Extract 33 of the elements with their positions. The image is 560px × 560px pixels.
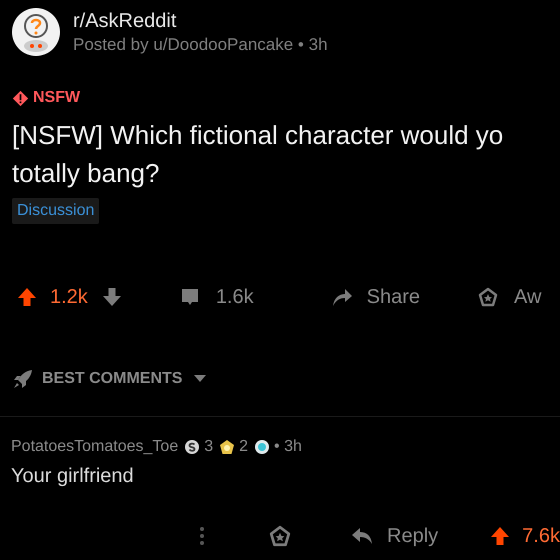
upvote-icon[interactable]	[490, 526, 510, 546]
flair-tag: Discussion	[12, 198, 100, 224]
pentagon-star-icon[interactable]	[269, 525, 291, 547]
award-count: 2	[239, 437, 248, 457]
comment-body: Your girlfriend	[10, 464, 135, 489]
share-button[interactable]: Share	[330, 282, 420, 312]
vote-count: 7.6k	[522, 524, 560, 549]
pentagon-star-icon	[478, 287, 498, 307]
caret-icon	[194, 375, 206, 383]
sort-dropdown[interactable]: BEST COMMENTS	[12, 367, 206, 391]
medal-award-icon	[219, 439, 236, 455]
comment-time: • 3h	[274, 437, 302, 457]
speech-bubble-icon	[180, 287, 200, 307]
post-byline: Posted by u/DoodooPancake • 3h	[73, 34, 328, 56]
warning-icon	[12, 90, 29, 106]
post-title: [NSFW] Which fictional character would yo totally bang?	[11, 119, 504, 190]
reply-arrow-icon	[351, 527, 373, 545]
award-button[interactable]: Aw	[478, 282, 542, 312]
disc-award-icon	[254, 439, 270, 455]
more-options-icon[interactable]	[199, 526, 205, 546]
comment-author[interactable]: PotatoesTomatoes_Toe	[11, 435, 178, 459]
rocket-icon	[12, 368, 34, 390]
upvote-icon[interactable]	[17, 287, 37, 307]
reply-button[interactable]: Reply	[351, 521, 438, 551]
downvote-icon[interactable]	[102, 287, 122, 307]
curved-arrow-icon	[330, 287, 353, 307]
award-count: 3	[204, 437, 214, 457]
nsfw-label: NSFW	[33, 88, 80, 108]
avatar-icon[interactable]	[12, 8, 60, 56]
subreddit-link[interactable]: r/AskReddit	[73, 8, 328, 34]
comments-button[interactable]: 1.6k	[180, 282, 254, 312]
vote-count: 1.2k	[50, 285, 88, 310]
coin-award-icon	[184, 439, 200, 455]
